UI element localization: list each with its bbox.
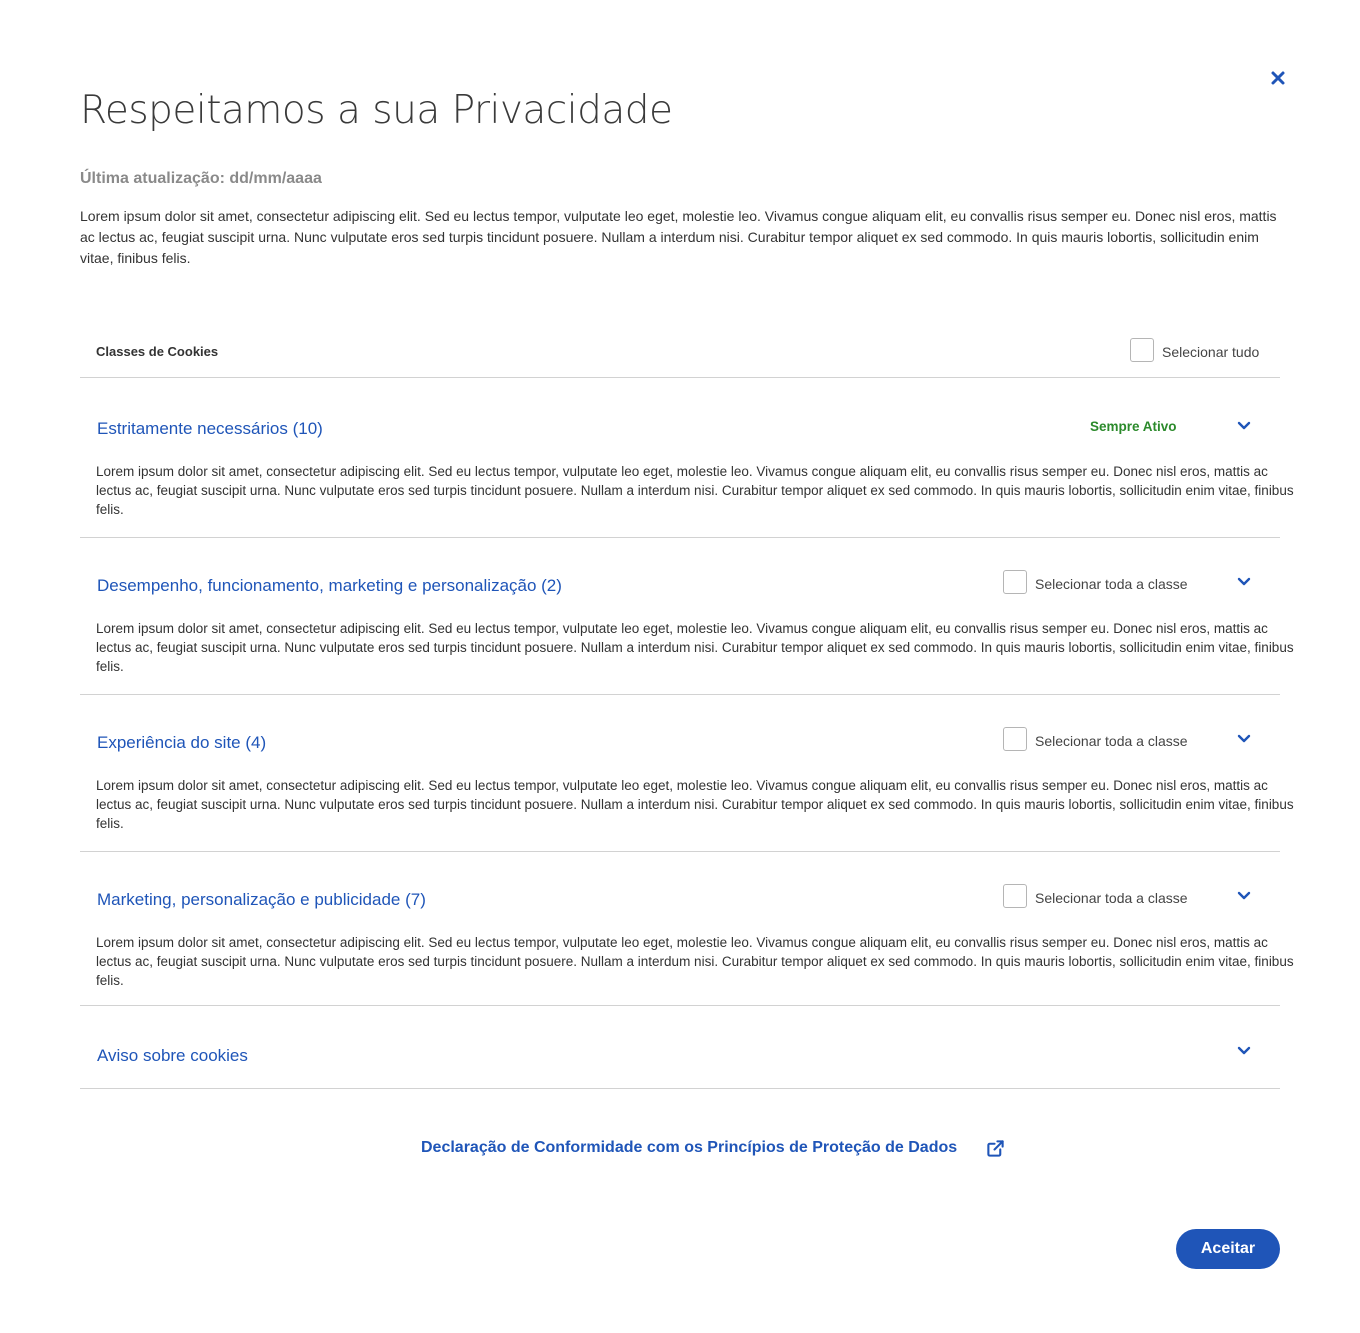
chevron-down-icon[interactable]	[1236, 420, 1252, 432]
chevron-down-icon[interactable]	[1236, 576, 1252, 588]
page-title: Respeitamos a sua Privacidade	[80, 88, 673, 133]
external-link-icon[interactable]	[986, 1139, 1005, 1158]
cookie-class-title[interactable]: Marketing, personalização e publicidade …	[97, 890, 426, 910]
select-class-label: Selecionar toda a classe	[1035, 890, 1188, 906]
cookie-class-strictly-necessary: Estritamente necessários (10) Sempre Ati…	[80, 378, 1294, 538]
cookie-classes-header: Classes de Cookies Selecionar tudo	[80, 328, 1280, 378]
cookie-class-description: Lorem ipsum dolor sit amet, consectetur …	[96, 778, 1294, 831]
cookie-class-title[interactable]: Estritamente necessários (10)	[97, 419, 323, 439]
chevron-down-icon[interactable]	[1236, 1045, 1252, 1057]
select-class-checkbox[interactable]	[1003, 570, 1027, 594]
cookie-notice-section: Aviso sobre cookies	[80, 1006, 1280, 1089]
cookie-classes-label: Classes de Cookies	[96, 344, 219, 359]
cookie-notice-title[interactable]: Aviso sobre cookies	[97, 1046, 248, 1066]
select-class-checkbox[interactable]	[1003, 727, 1027, 751]
data-protection-policy-link[interactable]: Declaração de Conformidade com os Princí…	[421, 1139, 957, 1157]
privacy-modal: Respeitamos a sua Privacidade Última atu…	[0, 0, 1360, 1333]
select-all-checkbox[interactable]	[1130, 338, 1154, 362]
cookie-class-performance: Desempenho, funcionamento, marketing e p…	[80, 538, 1294, 695]
always-active-status: Sempre Ativo	[1090, 419, 1177, 434]
cookie-class-description: Lorem ipsum dolor sit amet, consectetur …	[96, 621, 1294, 674]
select-all-label: Selecionar tudo	[1162, 344, 1260, 360]
cookie-class-title[interactable]: Desempenho, funcionamento, marketing e p…	[97, 576, 562, 596]
intro-text: Lorem ipsum dolor sit amet, consectetur …	[80, 208, 1277, 266]
accept-button[interactable]: Aceitar	[1176, 1229, 1280, 1269]
last-updated: Última atualização: dd/mm/aaaa	[80, 170, 322, 187]
cookie-class-title[interactable]: Experiência do site (4)	[97, 733, 266, 753]
close-icon	[1271, 71, 1285, 85]
cookie-class-marketing: Marketing, personalização e publicidade …	[80, 852, 1294, 1006]
cookie-class-description: Lorem ipsum dolor sit amet, consectetur …	[96, 935, 1294, 988]
select-class-label: Selecionar toda a classe	[1035, 576, 1188, 592]
cookie-class-description: Lorem ipsum dolor sit amet, consectetur …	[96, 464, 1294, 517]
cookie-class-site-experience: Experiência do site (4) Selecionar toda …	[80, 695, 1294, 852]
chevron-down-icon[interactable]	[1236, 733, 1252, 745]
select-class-label: Selecionar toda a classe	[1035, 733, 1188, 749]
select-class-checkbox[interactable]	[1003, 884, 1027, 908]
close-button[interactable]	[1268, 68, 1288, 88]
chevron-down-icon[interactable]	[1236, 890, 1252, 902]
